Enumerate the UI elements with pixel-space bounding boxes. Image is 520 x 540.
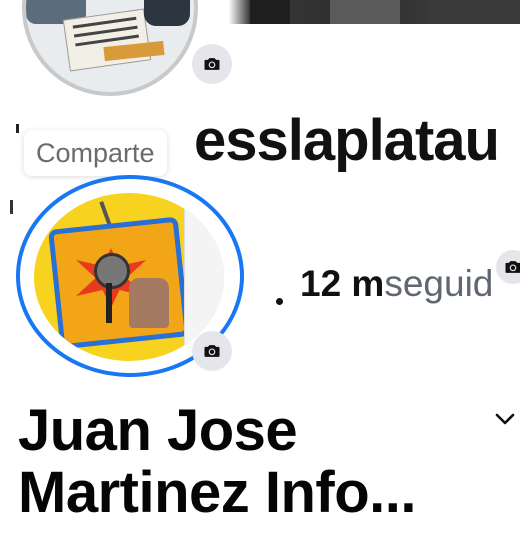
change-cover-button[interactable]	[496, 250, 520, 284]
display-name-line: Juan Jose	[18, 398, 298, 463]
followers-label: seguid	[384, 263, 494, 304]
share-label: Comparte	[36, 137, 155, 168]
cover-shade	[330, 0, 400, 24]
share-tooltip[interactable]: Comparte	[24, 130, 167, 176]
photo-paper	[62, 8, 152, 72]
change-profile-photo-button[interactable]	[192, 331, 232, 371]
followers-number: 12 m	[300, 263, 385, 304]
separator-dot	[276, 298, 283, 305]
page-username: esslaplatau	[194, 108, 500, 173]
photo-microphone-stand	[106, 283, 112, 323]
photo-person	[129, 278, 169, 328]
chevron-down-icon[interactable]	[494, 410, 516, 428]
cover-shade	[430, 0, 520, 24]
profile-photo-image	[34, 193, 224, 361]
camera-icon	[204, 345, 220, 357]
change-photo-button[interactable]	[192, 44, 232, 84]
profile-photo-previous[interactable]	[22, 0, 198, 96]
photo-microphone	[94, 253, 130, 289]
profile-display-name: Juan Jose Martinez Info...	[18, 400, 458, 524]
photo-hand	[144, 0, 190, 26]
text-fragment	[16, 124, 19, 133]
display-name-line: Martinez Info...	[18, 460, 417, 525]
text-fragment	[10, 200, 13, 214]
camera-icon	[204, 58, 220, 70]
cover-shade	[250, 0, 290, 24]
camera-icon	[505, 261, 520, 273]
followers-count[interactable]: 12 mseguid	[300, 265, 493, 302]
